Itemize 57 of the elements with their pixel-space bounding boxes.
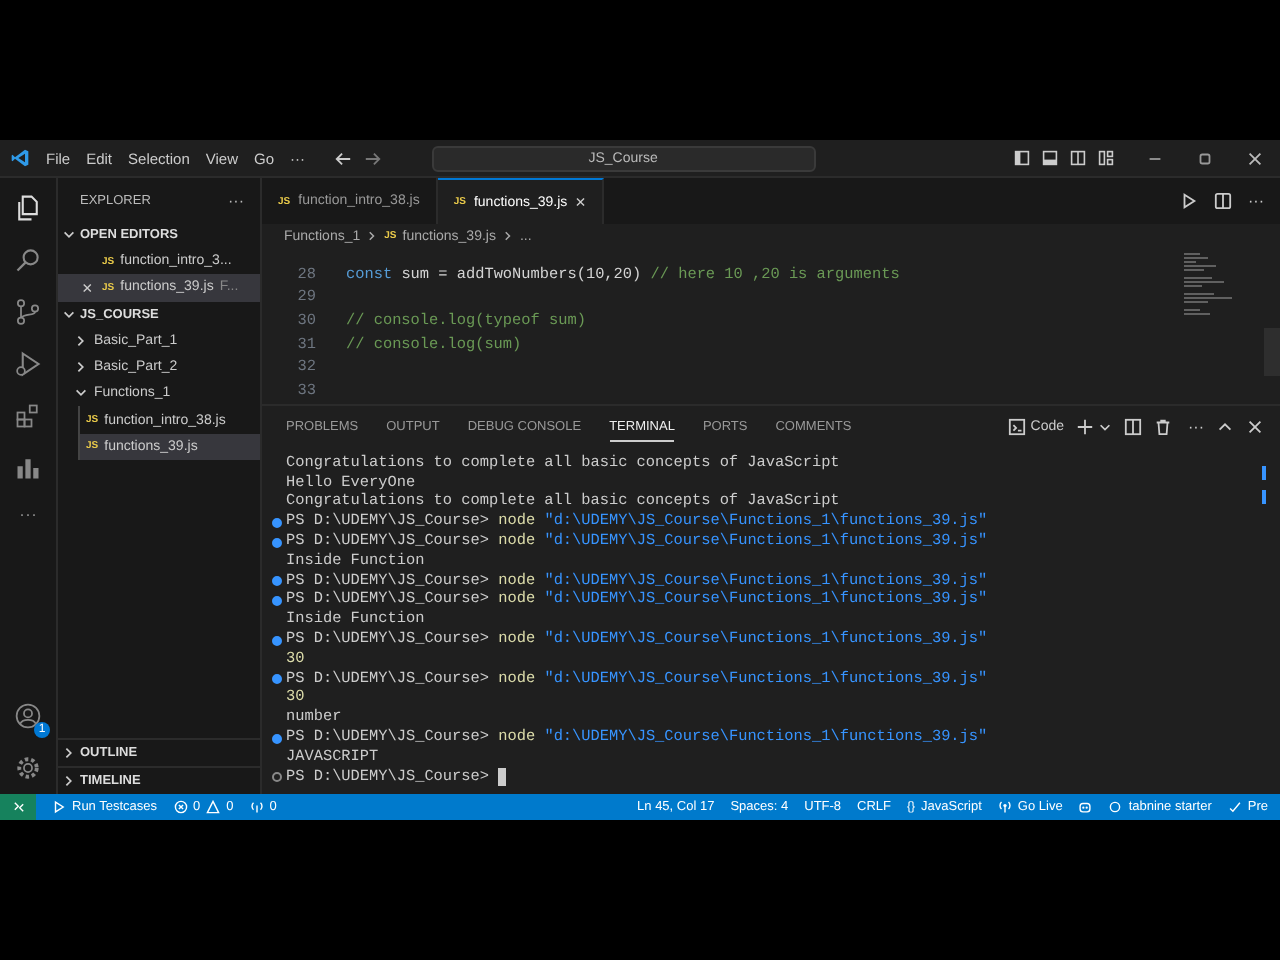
split-editor-icon[interactable] — [1214, 192, 1232, 210]
scrollbar-marker — [1262, 490, 1266, 504]
sidebar-layout-icon[interactable] — [1014, 150, 1030, 166]
check-icon — [1227, 800, 1242, 814]
app-logo-icon — [10, 148, 30, 168]
command-status-dot[interactable] — [272, 674, 282, 685]
search-icon[interactable] — [14, 246, 42, 274]
more-actions-icon[interactable]: ··· — [1248, 192, 1264, 210]
remote-indicator[interactable] — [0, 794, 36, 820]
command-status-dot[interactable] — [272, 595, 282, 606]
command-status-dot[interactable] — [272, 517, 282, 528]
robot-icon — [1078, 800, 1093, 814]
warning-icon — [206, 800, 221, 814]
panel-layout-icon[interactable] — [1042, 150, 1058, 166]
customize-layout-icon[interactable] — [1098, 150, 1114, 166]
trash-icon[interactable] — [1154, 418, 1172, 436]
split-layout-icon[interactable] — [1070, 150, 1086, 166]
settings-icon[interactable] — [14, 754, 42, 782]
run-icon[interactable] — [1180, 192, 1198, 210]
chevron-up-icon[interactable] — [1216, 418, 1234, 436]
restore-icon[interactable] — [1196, 149, 1214, 167]
remote-icon — [11, 800, 25, 814]
chevron-down-icon[interactable] — [62, 307, 76, 322]
more-actions-icon[interactable]: ··· — [1188, 418, 1204, 436]
close-icon[interactable] — [1246, 149, 1264, 167]
command-status-dot[interactable] — [272, 576, 282, 587]
circle-icon — [1108, 800, 1123, 814]
more-icon[interactable]: ··· — [19, 506, 37, 522]
source-control-icon[interactable] — [14, 298, 42, 326]
terminal-icon — [1008, 418, 1027, 436]
run-debug-icon[interactable] — [14, 350, 42, 378]
chevron-down-icon[interactable] — [62, 228, 76, 242]
command-status-dot[interactable] — [272, 537, 282, 548]
split-terminal-icon[interactable] — [1124, 418, 1142, 436]
files-icon[interactable] — [14, 194, 42, 222]
bar-chart-icon[interactable] — [14, 454, 42, 482]
extensions-icon[interactable] — [14, 402, 42, 430]
scrollbar-marker — [1262, 466, 1266, 480]
broadcast-icon — [997, 800, 1012, 814]
more-actions-icon[interactable]: ··· — [228, 191, 244, 209]
chevron-right-icon — [501, 230, 514, 242]
antenna-icon — [249, 800, 264, 814]
play-icon — [52, 800, 66, 814]
close-icon[interactable]: × — [82, 277, 96, 298]
command-status-dot[interactable] — [272, 772, 282, 783]
forward-arrow-icon[interactable] — [363, 149, 382, 167]
error-icon — [173, 800, 188, 814]
account-icon[interactable] — [14, 702, 42, 730]
plus-icon[interactable] — [1076, 418, 1094, 436]
chevron-down-icon[interactable] — [74, 386, 88, 401]
back-arrow-icon[interactable] — [333, 149, 352, 167]
command-status-dot[interactable] — [272, 635, 282, 646]
chevron-right-icon — [366, 230, 379, 242]
command-status-dot[interactable] — [272, 733, 282, 744]
close-icon[interactable] — [1246, 418, 1264, 436]
close-icon[interactable]: × — [575, 192, 586, 212]
assistant-item[interactable] — [1078, 800, 1093, 814]
